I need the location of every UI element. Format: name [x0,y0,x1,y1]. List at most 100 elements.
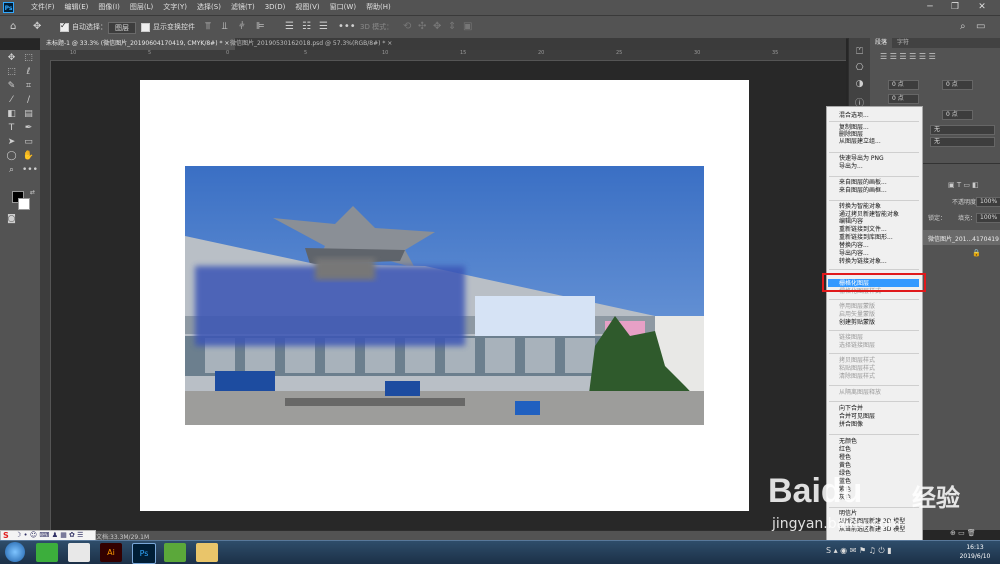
context-menu-item[interactable]: 重新链接到文件... [839,226,887,233]
auto-select-dropdown[interactable]: 图层 [108,22,136,34]
context-menu-item[interactable]: 编辑内容 [839,218,863,225]
home-icon[interactable]: ⌂ [10,21,16,33]
context-menu-item[interactable]: 向下合并 [839,405,863,412]
context-menu-item[interactable]: 来自图层的画板... [839,179,887,186]
3d-slide-icon[interactable]: ⇕ [448,21,456,33]
context-menu-item[interactable]: 黄色 [839,462,851,469]
move-tool-icon[interactable]: ✥ [5,52,18,65]
tab-character[interactable]: 字符 [892,38,914,48]
pen-tool-icon[interactable]: ✒ [22,122,35,135]
photoshop-taskbar-icon[interactable]: Ps [132,543,156,564]
alignment-buttons[interactable]: ☰ ☰ ☰ ☰ ☰ ☰ [880,52,960,62]
workspace-icon[interactable]: ▭ [976,21,985,33]
quick-mask-icon[interactable]: ◙ [5,213,18,226]
space-after-field[interactable]: 0 点 [942,110,973,120]
align-middle-icon[interactable]: ⫫ [222,21,228,33]
background-color-swatch[interactable] [18,198,30,210]
menu-file[interactable]: 文件(F) [26,0,60,15]
tab-wechat-image-psd[interactable]: 微信图片_20190530162018.psd @ 57.3%(RGB/8#) … [224,38,398,50]
opacity-field[interactable]: 100% [976,197,1000,207]
restore-icon[interactable]: ❐ [945,1,965,13]
distribute-bottom-icon[interactable]: ☰ [319,21,328,33]
context-menu-item[interactable]: 橙色 [839,454,851,461]
context-menu-item[interactable]: 转换为智能对象 [839,203,881,210]
indent-right-field[interactable]: 0 点 [942,80,973,90]
eyedropper-tool-icon[interactable]: ⁄ [5,94,18,107]
gradient-tool-icon[interactable]: ▤ [22,108,35,121]
app-green-icon[interactable] [164,543,186,562]
fill-field[interactable]: 100% [976,213,1000,223]
context-menu-item[interactable]: 红色 [839,446,851,453]
artboard-tool-icon[interactable]: ⬚ [22,52,35,65]
3d-scale-icon[interactable]: ▣ [463,21,472,33]
browser-360-icon[interactable] [36,543,58,562]
tab-paragraph[interactable]: 段落 [870,38,893,48]
context-menu-item[interactable]: 通过拷贝新建智能对象 [839,211,899,218]
composer-dropdown[interactable]: 无 [930,137,995,147]
crop-tool-icon[interactable]: ⌗ [22,80,35,93]
sogou-icon[interactable]: S [3,531,9,540]
context-menu-item[interactable]: 无颜色 [839,438,857,445]
context-menu-item[interactable]: 混合选项... [839,112,869,119]
context-menu-item[interactable]: 复制图层... [839,124,869,131]
ime-tools-icon[interactable]: ☽ • ☺ ⌨ ♟ ▦ ✿ ☰ [15,531,83,539]
minimize-icon[interactable]: ─ [920,1,940,13]
context-menu-item[interactable]: 合并可见图层 [839,413,875,420]
more-tools-icon[interactable]: ••• [22,164,38,177]
3d-rotate-icon[interactable]: ⟲ [403,21,411,33]
distribute-top-icon[interactable]: ☰ [285,21,294,33]
placed-photo[interactable] [185,166,704,425]
type-tool-icon[interactable]: T [5,122,18,135]
start-button-icon[interactable] [5,542,25,562]
hand-tool-icon[interactable]: ✋ [22,150,35,163]
menu-type[interactable]: 文字(Y) [158,0,192,15]
path-select-tool-icon[interactable]: ➤ [5,136,18,149]
move-tool-icon[interactable]: ✥ [33,21,41,33]
menu-window[interactable]: 窗口(W) [325,0,361,15]
indent-left-field[interactable]: 0 点 [888,80,919,90]
lasso-tool-icon[interactable]: ℓ [22,66,35,79]
context-menu-item[interactable]: 删除图层 [839,131,863,138]
distribute-middle-icon[interactable]: ☷ [302,21,311,33]
adjustments-icon[interactable]: ◑ [853,78,866,91]
menu-filter[interactable]: 滤镜(T) [226,0,260,15]
context-menu-item[interactable]: 重新链接到库图形... [839,234,893,241]
context-menu-item[interactable]: 创建剪贴蒙版 [839,319,875,326]
context-menu-item[interactable]: 导出为... [839,163,863,170]
context-menu-item[interactable]: 从图层建立组... [839,138,881,145]
tray-icons[interactable]: S ▴ ◉ ✉ ⚑ ♫ ⏻ ▮ [826,546,892,556]
3d-drag-icon[interactable]: ✥ [433,21,441,33]
context-menu-item[interactable]: 来自图层的画框... [839,187,887,194]
close-icon[interactable]: ✕ [972,1,992,13]
menu-3d[interactable]: 3D(D) [260,0,291,15]
search-icon[interactable]: ⌕ [960,21,966,33]
align-top-icon[interactable]: ⫪ [205,21,211,33]
indent-first-line-field[interactable]: 0 点 [888,94,919,104]
hyphenation-dropdown[interactable]: 无 [930,125,995,135]
context-menu-item[interactable]: 转换为链接对象... [839,258,887,265]
file-explorer-icon[interactable] [196,543,218,562]
auto-select-checkbox[interactable]: 自动选择： [60,20,107,33]
system-clock[interactable]: 16:13 2019/6/10 [952,543,998,561]
more-options-icon[interactable]: ••• [338,21,356,33]
swap-colors-icon[interactable]: ⇄ [26,186,39,199]
align-left-icon[interactable]: ⊫ [256,21,265,33]
menu-select[interactable]: 选择(S) [192,0,226,15]
context-menu-item[interactable]: 拼合图像 [839,421,863,428]
menu-help[interactable]: 帮助(H) [361,0,396,15]
brush-tool-icon[interactable]: ∕ [22,94,35,107]
context-menu-item[interactable]: 替换内容... [839,242,869,249]
menu-edit[interactable]: 编辑(E) [60,0,94,15]
history-icon[interactable]: ⏍ [853,46,866,59]
context-menu-item[interactable]: 导出内容... [839,250,869,257]
3d-roll-icon[interactable]: ✣ [418,21,426,33]
zoom-tool-icon[interactable]: ⌕ [5,164,18,177]
menu-view[interactable]: 视图(V) [290,0,324,15]
marquee-tool-icon[interactable]: ⬚ [5,66,18,79]
align-bottom-icon[interactable]: ⫩ [239,21,245,33]
acrobat-icon[interactable] [68,543,90,562]
show-transform-checkbox[interactable]: 显示变换控件 [141,21,195,33]
ellipse-tool-icon[interactable]: ◯ [5,150,18,163]
menu-image[interactable]: 图像(I) [93,0,125,15]
tab-untitled-1[interactable]: 未标题-1 @ 33.3% (微信图片_20190604170419, CMYK… [40,38,236,50]
